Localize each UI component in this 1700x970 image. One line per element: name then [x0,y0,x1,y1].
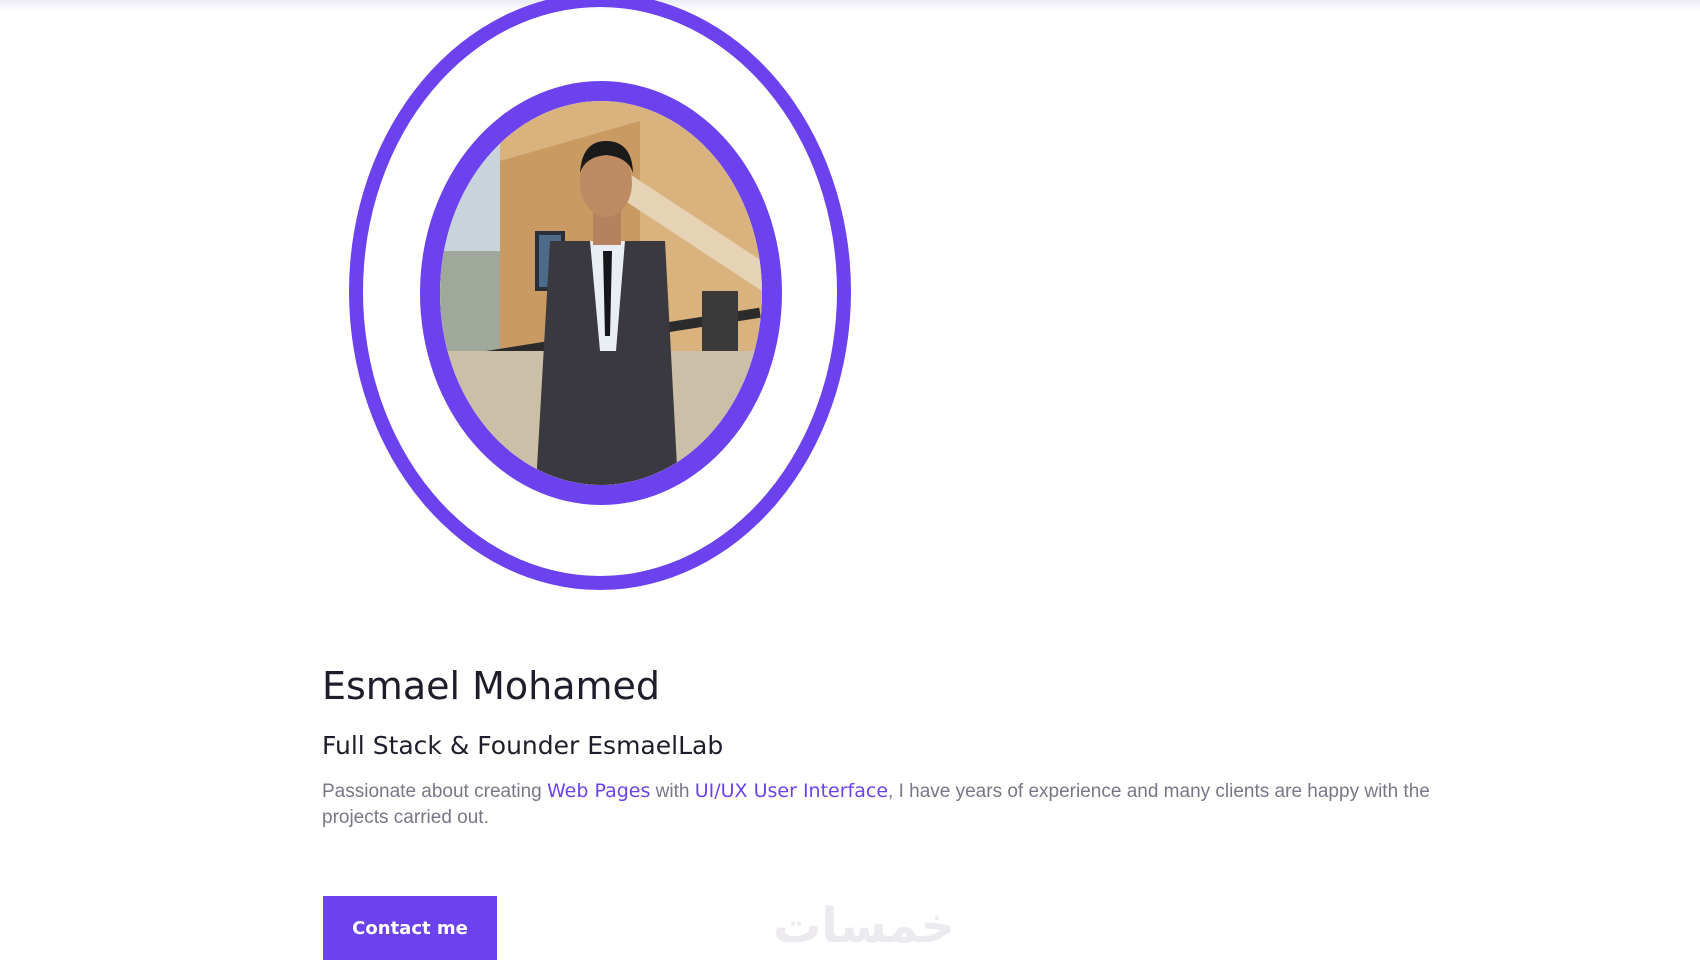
profile-photo-frame [420,81,782,505]
bio-highlight-ui-ux: UI/UX User Interface [694,780,889,802]
profile-photo [440,101,762,485]
bio-text-2: with [650,781,695,802]
contact-me-button[interactable]: Contact me [323,896,497,960]
header-shadow [0,0,1700,12]
profile-role: Full Stack & Founder EsmaelLab [322,731,724,760]
bio-text-1: Passionate about creating [322,781,547,802]
profile-name: Esmael Mohamed [322,664,661,708]
bio-highlight-web-pages: Web Pages [547,780,651,802]
watermark-logo: خمسات [773,898,955,954]
profile-bio: Passionate about creating Web Pages with… [322,778,1482,831]
